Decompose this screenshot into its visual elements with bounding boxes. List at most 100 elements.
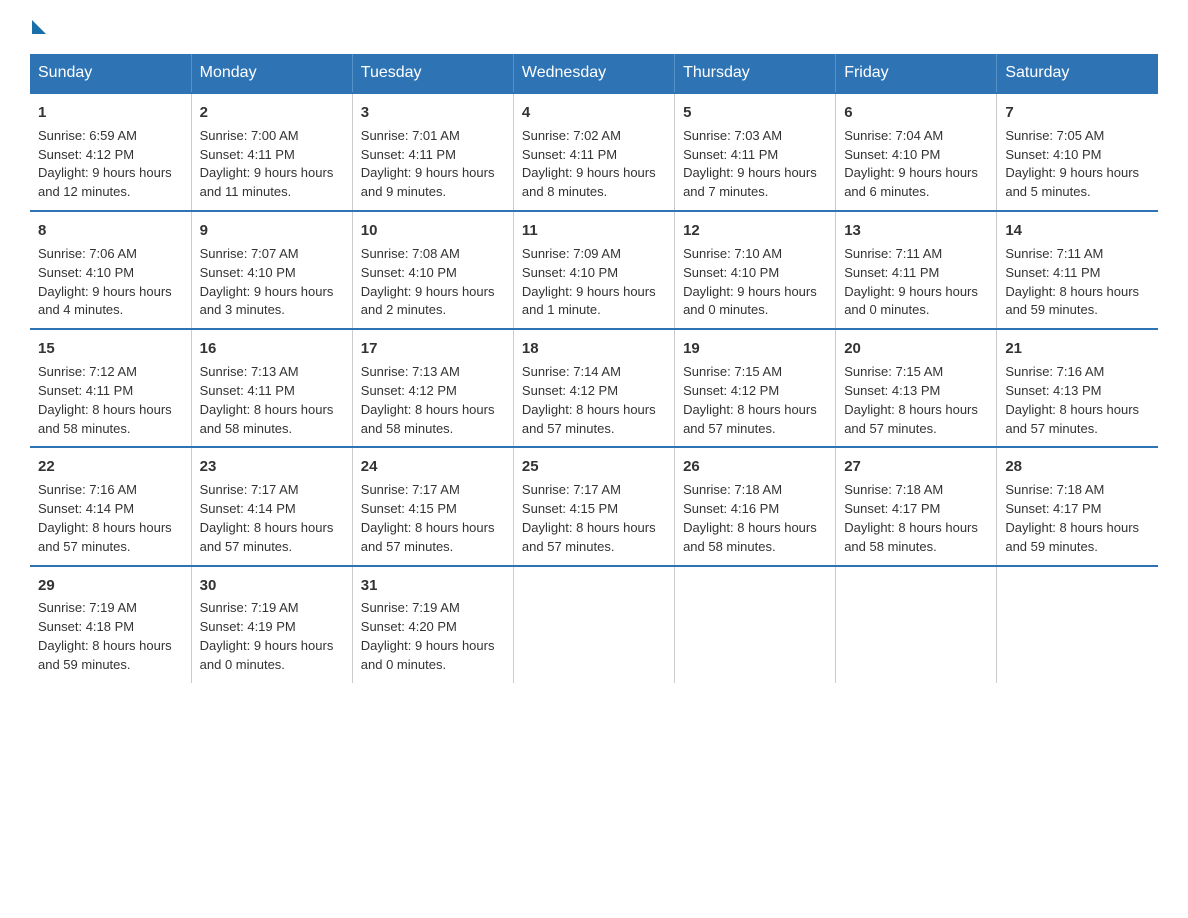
day-info: Sunrise: 7:14 AMSunset: 4:12 PMDaylight:… (522, 364, 656, 436)
calendar-cell: 30 Sunrise: 7:19 AMSunset: 4:19 PMDaylig… (191, 566, 352, 683)
calendar-cell (836, 566, 997, 683)
weekday-header-row: SundayMondayTuesdayWednesdayThursdayFrid… (30, 54, 1158, 93)
calendar-cell: 4 Sunrise: 7:02 AMSunset: 4:11 PMDayligh… (513, 93, 674, 211)
day-number: 6 (844, 102, 988, 124)
calendar-cell: 20 Sunrise: 7:15 AMSunset: 4:13 PMDaylig… (836, 329, 997, 447)
day-number: 28 (1005, 456, 1150, 478)
day-number: 7 (1005, 102, 1150, 124)
day-number: 27 (844, 456, 988, 478)
calendar-cell (997, 566, 1158, 683)
day-info: Sunrise: 7:02 AMSunset: 4:11 PMDaylight:… (522, 128, 656, 200)
day-number: 11 (522, 220, 666, 242)
day-number: 3 (361, 102, 505, 124)
day-info: Sunrise: 7:13 AMSunset: 4:11 PMDaylight:… (200, 364, 334, 436)
day-info: Sunrise: 7:12 AMSunset: 4:11 PMDaylight:… (38, 364, 172, 436)
day-number: 17 (361, 338, 505, 360)
day-info: Sunrise: 7:11 AMSunset: 4:11 PMDaylight:… (844, 246, 978, 318)
day-number: 8 (38, 220, 183, 242)
calendar-cell: 18 Sunrise: 7:14 AMSunset: 4:12 PMDaylig… (513, 329, 674, 447)
day-number: 10 (361, 220, 505, 242)
header (30, 20, 1158, 34)
day-number: 20 (844, 338, 988, 360)
calendar-cell: 31 Sunrise: 7:19 AMSunset: 4:20 PMDaylig… (352, 566, 513, 683)
calendar-cell: 7 Sunrise: 7:05 AMSunset: 4:10 PMDayligh… (997, 93, 1158, 211)
day-info: Sunrise: 7:06 AMSunset: 4:10 PMDaylight:… (38, 246, 172, 318)
calendar-cell: 13 Sunrise: 7:11 AMSunset: 4:11 PMDaylig… (836, 211, 997, 329)
week-row-3: 22 Sunrise: 7:16 AMSunset: 4:14 PMDaylig… (30, 447, 1158, 565)
day-number: 26 (683, 456, 827, 478)
day-info: Sunrise: 7:17 AMSunset: 4:15 PMDaylight:… (522, 482, 656, 554)
calendar-cell: 8 Sunrise: 7:06 AMSunset: 4:10 PMDayligh… (30, 211, 191, 329)
week-row-2: 15 Sunrise: 7:12 AMSunset: 4:11 PMDaylig… (30, 329, 1158, 447)
day-number: 31 (361, 575, 505, 597)
day-info: Sunrise: 7:01 AMSunset: 4:11 PMDaylight:… (361, 128, 495, 200)
weekday-header-thursday: Thursday (675, 54, 836, 93)
calendar-cell: 12 Sunrise: 7:10 AMSunset: 4:10 PMDaylig… (675, 211, 836, 329)
calendar-cell: 2 Sunrise: 7:00 AMSunset: 4:11 PMDayligh… (191, 93, 352, 211)
day-number: 21 (1005, 338, 1150, 360)
calendar-cell: 25 Sunrise: 7:17 AMSunset: 4:15 PMDaylig… (513, 447, 674, 565)
calendar-cell: 10 Sunrise: 7:08 AMSunset: 4:10 PMDaylig… (352, 211, 513, 329)
day-number: 18 (522, 338, 666, 360)
calendar-cell: 29 Sunrise: 7:19 AMSunset: 4:18 PMDaylig… (30, 566, 191, 683)
day-info: Sunrise: 7:08 AMSunset: 4:10 PMDaylight:… (361, 246, 495, 318)
calendar-cell: 1 Sunrise: 6:59 AMSunset: 4:12 PMDayligh… (30, 93, 191, 211)
day-info: Sunrise: 7:16 AMSunset: 4:13 PMDaylight:… (1005, 364, 1139, 436)
day-info: Sunrise: 7:00 AMSunset: 4:11 PMDaylight:… (200, 128, 334, 200)
day-info: Sunrise: 7:19 AMSunset: 4:20 PMDaylight:… (361, 600, 495, 672)
calendar-cell: 9 Sunrise: 7:07 AMSunset: 4:10 PMDayligh… (191, 211, 352, 329)
calendar-cell: 15 Sunrise: 7:12 AMSunset: 4:11 PMDaylig… (30, 329, 191, 447)
day-number: 29 (38, 575, 183, 597)
day-number: 13 (844, 220, 988, 242)
day-number: 24 (361, 456, 505, 478)
week-row-1: 8 Sunrise: 7:06 AMSunset: 4:10 PMDayligh… (30, 211, 1158, 329)
calendar-cell: 23 Sunrise: 7:17 AMSunset: 4:14 PMDaylig… (191, 447, 352, 565)
week-row-4: 29 Sunrise: 7:19 AMSunset: 4:18 PMDaylig… (30, 566, 1158, 683)
day-info: Sunrise: 7:03 AMSunset: 4:11 PMDaylight:… (683, 128, 817, 200)
day-info: Sunrise: 7:16 AMSunset: 4:14 PMDaylight:… (38, 482, 172, 554)
logo (30, 20, 48, 34)
day-number: 2 (200, 102, 344, 124)
calendar-cell: 11 Sunrise: 7:09 AMSunset: 4:10 PMDaylig… (513, 211, 674, 329)
day-number: 23 (200, 456, 344, 478)
day-number: 5 (683, 102, 827, 124)
calendar-cell: 24 Sunrise: 7:17 AMSunset: 4:15 PMDaylig… (352, 447, 513, 565)
day-info: Sunrise: 7:13 AMSunset: 4:12 PMDaylight:… (361, 364, 495, 436)
weekday-header-friday: Friday (836, 54, 997, 93)
day-info: Sunrise: 7:18 AMSunset: 4:17 PMDaylight:… (844, 482, 978, 554)
calendar-cell: 21 Sunrise: 7:16 AMSunset: 4:13 PMDaylig… (997, 329, 1158, 447)
week-row-0: 1 Sunrise: 6:59 AMSunset: 4:12 PMDayligh… (30, 93, 1158, 211)
calendar-cell: 26 Sunrise: 7:18 AMSunset: 4:16 PMDaylig… (675, 447, 836, 565)
day-number: 9 (200, 220, 344, 242)
day-number: 4 (522, 102, 666, 124)
weekday-header-sunday: Sunday (30, 54, 191, 93)
calendar-cell: 17 Sunrise: 7:13 AMSunset: 4:12 PMDaylig… (352, 329, 513, 447)
day-info: Sunrise: 7:10 AMSunset: 4:10 PMDaylight:… (683, 246, 817, 318)
day-info: Sunrise: 7:15 AMSunset: 4:13 PMDaylight:… (844, 364, 978, 436)
weekday-header-saturday: Saturday (997, 54, 1158, 93)
calendar-cell: 27 Sunrise: 7:18 AMSunset: 4:17 PMDaylig… (836, 447, 997, 565)
weekday-header-tuesday: Tuesday (352, 54, 513, 93)
day-info: Sunrise: 7:11 AMSunset: 4:11 PMDaylight:… (1005, 246, 1139, 318)
day-info: Sunrise: 7:17 AMSunset: 4:14 PMDaylight:… (200, 482, 334, 554)
day-number: 19 (683, 338, 827, 360)
calendar-cell: 6 Sunrise: 7:04 AMSunset: 4:10 PMDayligh… (836, 93, 997, 211)
day-info: Sunrise: 7:05 AMSunset: 4:10 PMDaylight:… (1005, 128, 1139, 200)
calendar-table: SundayMondayTuesdayWednesdayThursdayFrid… (30, 54, 1158, 683)
calendar-cell: 5 Sunrise: 7:03 AMSunset: 4:11 PMDayligh… (675, 93, 836, 211)
calendar-cell: 19 Sunrise: 7:15 AMSunset: 4:12 PMDaylig… (675, 329, 836, 447)
day-info: Sunrise: 7:18 AMSunset: 4:16 PMDaylight:… (683, 482, 817, 554)
weekday-header-wednesday: Wednesday (513, 54, 674, 93)
day-info: Sunrise: 7:07 AMSunset: 4:10 PMDaylight:… (200, 246, 334, 318)
day-info: Sunrise: 7:09 AMSunset: 4:10 PMDaylight:… (522, 246, 656, 318)
day-info: Sunrise: 7:15 AMSunset: 4:12 PMDaylight:… (683, 364, 817, 436)
weekday-header-monday: Monday (191, 54, 352, 93)
day-info: Sunrise: 7:04 AMSunset: 4:10 PMDaylight:… (844, 128, 978, 200)
day-info: Sunrise: 7:17 AMSunset: 4:15 PMDaylight:… (361, 482, 495, 554)
calendar-cell (675, 566, 836, 683)
day-info: Sunrise: 7:19 AMSunset: 4:19 PMDaylight:… (200, 600, 334, 672)
calendar-cell (513, 566, 674, 683)
day-number: 25 (522, 456, 666, 478)
day-number: 22 (38, 456, 183, 478)
day-number: 30 (200, 575, 344, 597)
